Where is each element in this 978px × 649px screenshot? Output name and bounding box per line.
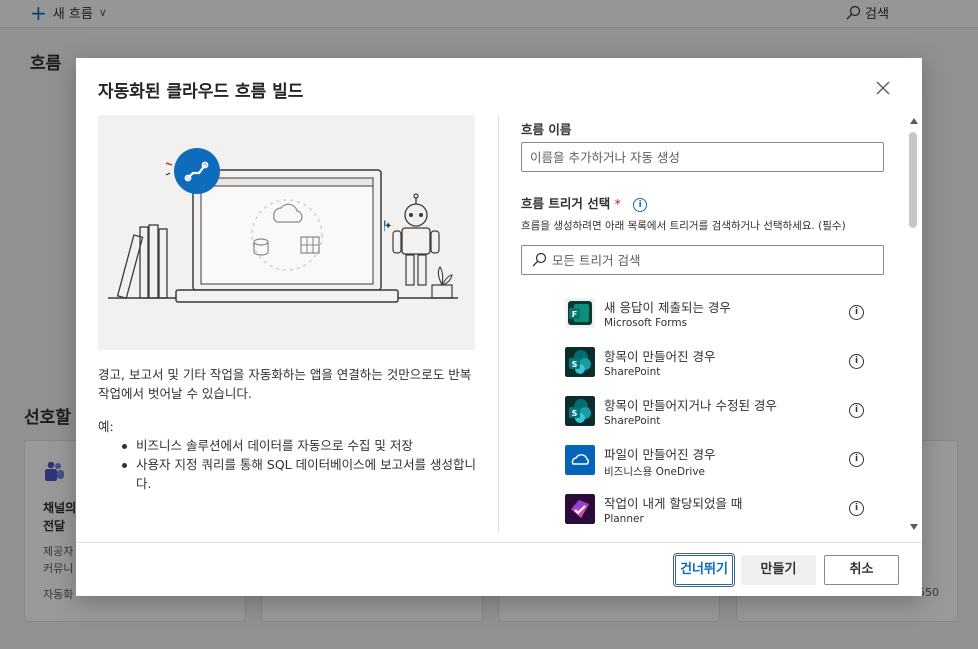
svg-text:✦: ✦ — [384, 221, 392, 232]
scroll-down-icon[interactable] — [910, 524, 918, 530]
required-marker: * — [614, 196, 621, 211]
examples-list: 비즈니스 솔루션에서 데이터를 자동으로 수집 및 저장 사용자 지정 쿼리를 … — [118, 436, 478, 493]
trigger-connector: 비즈니스용 OneDrive — [604, 466, 706, 478]
cancel-button[interactable]: 취소 — [824, 555, 899, 585]
planner-icon — [565, 494, 595, 524]
trigger-name: 파일이 만들어진 경우 — [604, 447, 716, 462]
forms-icon: F — [565, 298, 595, 328]
onedrive-icon — [565, 445, 595, 475]
trigger-search-box[interactable] — [521, 245, 884, 275]
close-button[interactable] — [873, 80, 893, 100]
svg-text:F: F — [572, 310, 577, 319]
trigger-item[interactable]: F 새 응답이 제출되는 경우 Microsoft Forms i — [565, 294, 865, 334]
svg-text:S: S — [572, 360, 578, 369]
skip-button[interactable]: 건너뛰기 — [673, 553, 735, 587]
info-icon[interactable]: i — [849, 501, 864, 516]
sharepoint-icon: S — [565, 347, 595, 377]
svg-text:S: S — [572, 409, 578, 418]
build-flow-dialog: 자동화된 클라우드 흐름 빌드 ╿ ✦ 경고, 보고서 및 기타 작업을 자동화… — [76, 58, 922, 596]
trigger-name: 작업이 내게 할당되었을 때 — [604, 496, 743, 511]
trigger-item[interactable]: 파일이 만들어진 경우 비즈니스용 OneDrive i — [565, 441, 865, 481]
info-icon[interactable]: i — [633, 197, 648, 212]
example-item: 사용자 지정 쿼리를 통해 SQL 데이터베이스에 보고서를 생성합니다. — [118, 455, 478, 493]
dialog-description: 경고, 보고서 및 기타 작업을 자동화하는 앱을 연결하는 것만으로도 반복 … — [98, 367, 472, 401]
info-icon[interactable]: i — [849, 354, 864, 369]
trigger-name: 항목이 만들어지거나 수정된 경우 — [604, 398, 777, 413]
trigger-name: 항목이 만들어진 경우 — [604, 349, 716, 364]
scrollbar[interactable] — [908, 118, 920, 534]
trigger-connector: SharePoint — [604, 366, 661, 378]
scroll-up-icon[interactable] — [910, 118, 918, 124]
trigger-connector: Planner — [604, 513, 644, 525]
example-item: 비즈니스 솔루션에서 데이터를 자동으로 수집 및 저장 — [118, 436, 478, 455]
trigger-name: 새 응답이 제출되는 경우 — [604, 300, 731, 315]
trigger-item[interactable]: S 항목이 만들어진 경우 SharePoint i — [565, 343, 865, 383]
info-icon[interactable]: i — [849, 305, 864, 320]
trigger-connector: SharePoint — [604, 415, 661, 427]
trigger-label: 흐름 트리거 선택 — [521, 196, 611, 211]
scroll-thumb[interactable] — [909, 132, 917, 228]
search-icon — [532, 252, 547, 267]
flow-name-input[interactable] — [521, 142, 884, 172]
trigger-connector: Microsoft Forms — [604, 317, 688, 329]
column-divider — [498, 115, 499, 533]
trigger-search-input[interactable] — [552, 246, 877, 274]
trigger-item[interactable]: S 항목이 만들어지거나 수정된 경우 SharePoint i — [565, 392, 865, 432]
info-icon[interactable]: i — [849, 452, 864, 467]
flow-name-label: 흐름 이름 — [521, 122, 572, 137]
footer-divider — [76, 542, 922, 543]
close-icon — [876, 81, 890, 95]
trigger-label-row: 흐름 트리거 선택 * i — [521, 193, 648, 212]
examples-label: 예: — [98, 419, 114, 434]
info-icon[interactable]: i — [849, 403, 864, 418]
trigger-hint: 흐름을 생성하려면 아래 목록에서 트리거를 검색하거나 선택하세요. (필수) — [521, 220, 846, 232]
create-button[interactable]: 만들기 — [741, 555, 816, 585]
illustration: ╿ ✦ — [98, 115, 475, 350]
sharepoint-icon: S — [565, 396, 595, 426]
trigger-item[interactable]: 작업이 내게 할당되었을 때 Planner i — [565, 490, 865, 530]
laptop-illustration: ╿ ✦ — [108, 148, 458, 303]
dialog-title: 자동화된 클라우드 흐름 빌드 — [98, 82, 304, 102]
